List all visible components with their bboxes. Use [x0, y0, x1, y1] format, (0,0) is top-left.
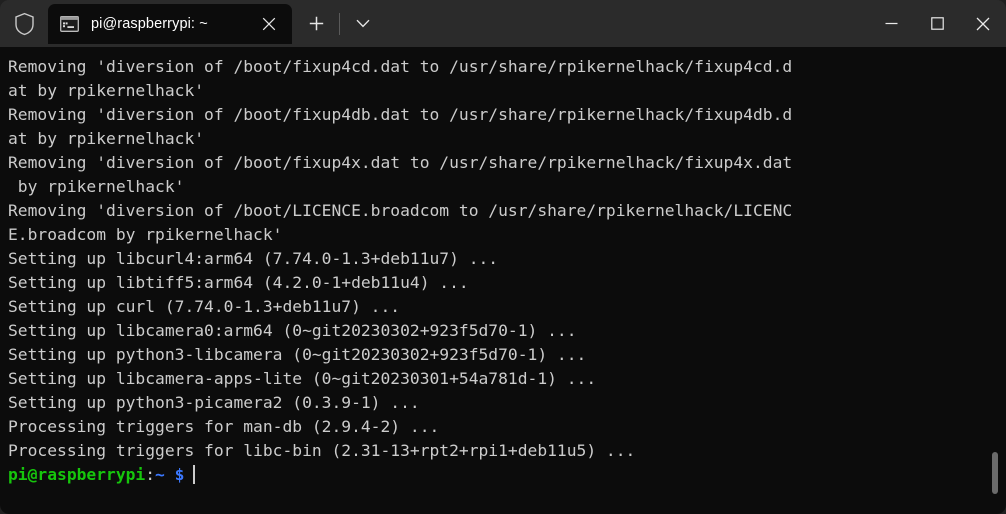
output-line: Removing 'diversion of /boot/fixup4db.da…	[8, 105, 793, 124]
maximize-button[interactable]	[914, 0, 960, 47]
shell-prompt-line[interactable]: pi@raspberrypi:~ $	[8, 463, 1006, 487]
output-line: Removing 'diversion of /boot/fixup4x.dat…	[8, 153, 793, 172]
shield-icon	[0, 0, 48, 47]
maximize-icon	[930, 17, 944, 30]
minimize-button[interactable]	[868, 0, 914, 47]
output-line: Setting up curl (7.74.0-1.3+deb11u7) ...	[8, 297, 401, 316]
terminal-output: Removing 'diversion of /boot/fixup4cd.da…	[8, 55, 1006, 514]
close-window-button[interactable]	[960, 0, 1006, 47]
output-line: Setting up libtiff5:arm64 (4.2.0-1+deb11…	[8, 273, 469, 292]
tab-dropdown-button[interactable]	[345, 8, 381, 40]
plus-icon	[309, 16, 323, 31]
output-line: Setting up libcamera0:arm64 (0~git202303…	[8, 321, 577, 340]
output-line: Removing 'diversion of /boot/LICENCE.bro…	[8, 201, 793, 220]
tab-actions	[292, 4, 381, 44]
output-line: E.broadcom by rpikernelhack'	[8, 225, 283, 244]
tab-pi-raspberrypi[interactable]: pi@raspberrypi: ~	[48, 3, 292, 44]
output-line: Processing triggers for man-db (2.9.4-2)…	[8, 417, 440, 436]
terminal-body[interactable]: Removing 'diversion of /boot/fixup4cd.da…	[0, 47, 1006, 514]
window-controls	[868, 0, 1006, 47]
output-line: by rpikernelhack'	[8, 177, 185, 196]
prompt-symbol: $	[174, 465, 185, 484]
close-icon	[976, 17, 990, 30]
scrollbar-thumb[interactable]	[992, 452, 998, 494]
output-line: Setting up libcurl4:arm64 (7.74.0-1.3+de…	[8, 249, 499, 268]
tab-title: pi@raspberrypi: ~	[91, 15, 208, 32]
new-tab-button[interactable]	[298, 8, 334, 40]
close-icon	[262, 17, 276, 30]
text-cursor	[193, 465, 196, 484]
terminal-window: pi@raspberrypi: ~ Removing 'diversion of…	[0, 0, 1006, 514]
toolbar-divider	[339, 12, 340, 35]
titlebar-left: pi@raspberrypi: ~	[0, 0, 381, 47]
console-icon	[60, 15, 79, 32]
output-line: at by rpikernelhack'	[8, 81, 205, 100]
minimize-icon	[885, 22, 897, 25]
tab-close-button[interactable]	[251, 8, 287, 40]
output-line: Processing triggers for libc-bin (2.31-1…	[8, 441, 636, 460]
chevron-down-icon	[356, 19, 370, 28]
output-line: Setting up libcamera-apps-lite (0~git202…	[8, 369, 597, 388]
output-line: Setting up python3-picamera2 (0.3.9-1) .…	[8, 393, 420, 412]
prompt-path: ~	[155, 465, 165, 484]
titlebar: pi@raspberrypi: ~	[0, 0, 1006, 47]
output-line: Setting up python3-libcamera (0~git20230…	[8, 345, 587, 364]
output-line: Removing 'diversion of /boot/fixup4cd.da…	[8, 57, 793, 76]
prompt-user-host: pi@raspberrypi	[8, 465, 146, 484]
prompt-colon: :	[145, 465, 156, 484]
output-line: at by rpikernelhack'	[8, 129, 205, 148]
